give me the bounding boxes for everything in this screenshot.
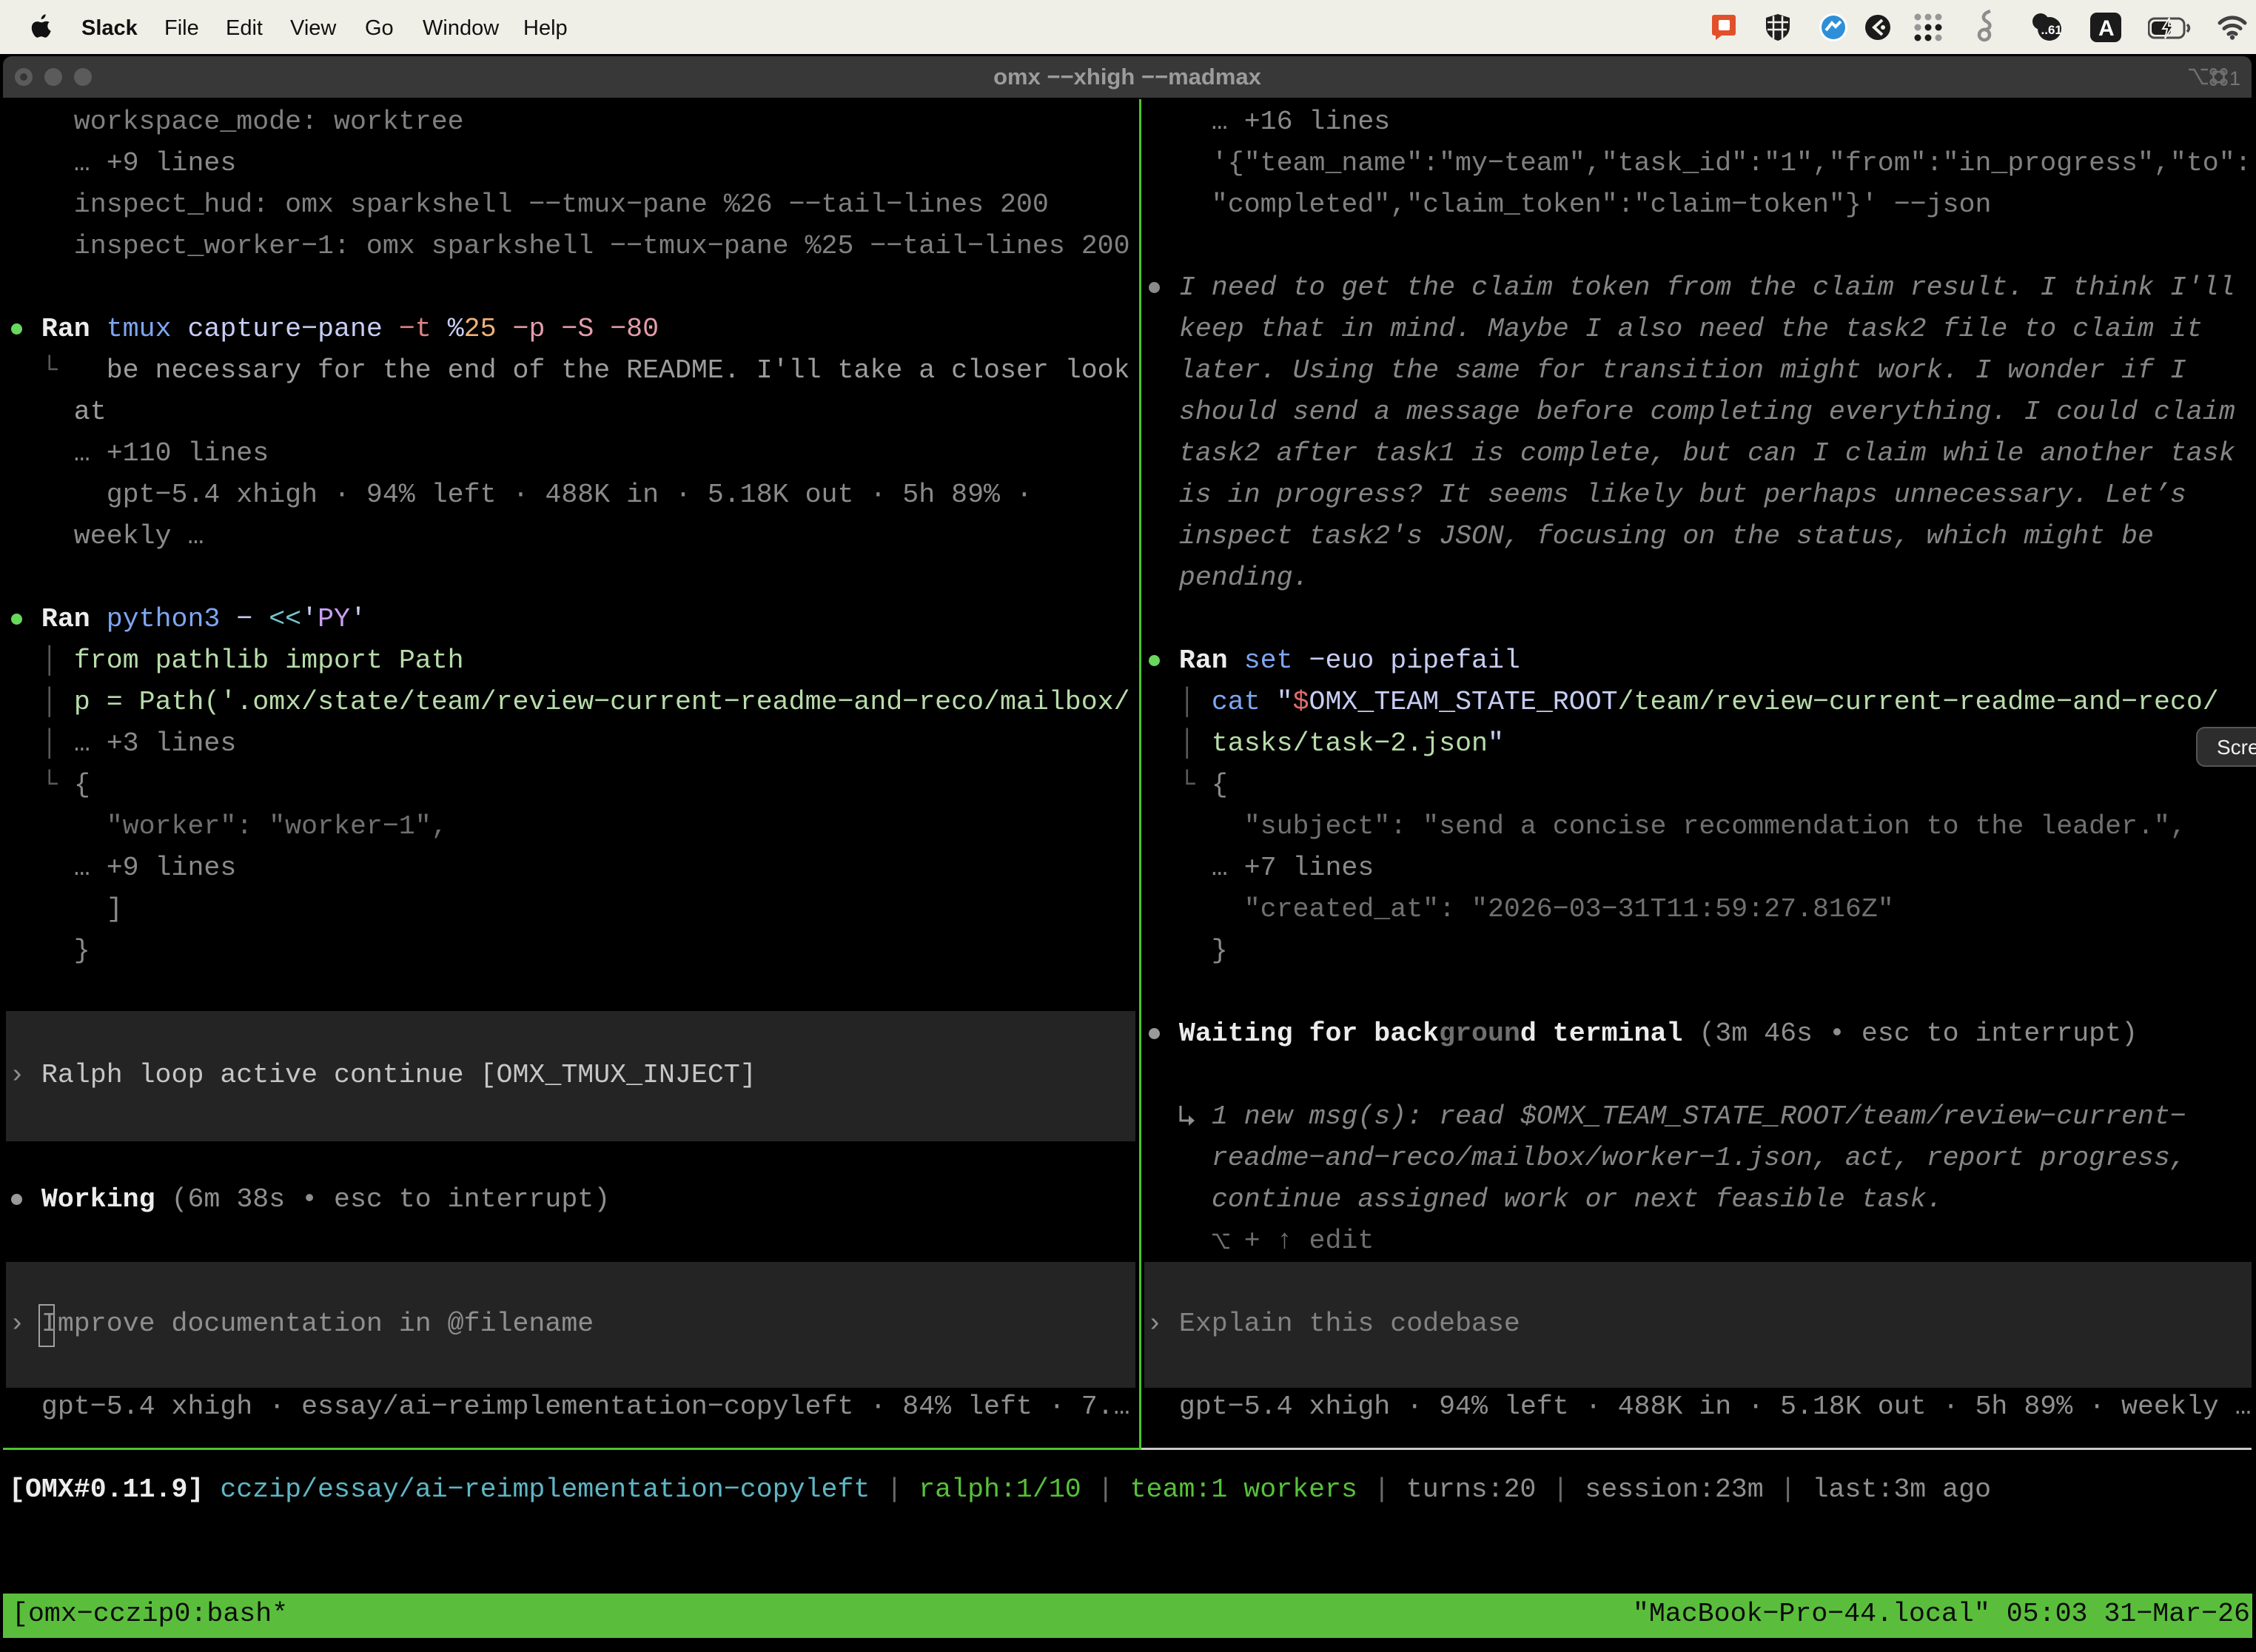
svg-text:A: A bbox=[2098, 16, 2115, 41]
svg-text:1: 1 bbox=[2229, 67, 2240, 88]
svg-text:..61: ..61 bbox=[2041, 23, 2062, 37]
